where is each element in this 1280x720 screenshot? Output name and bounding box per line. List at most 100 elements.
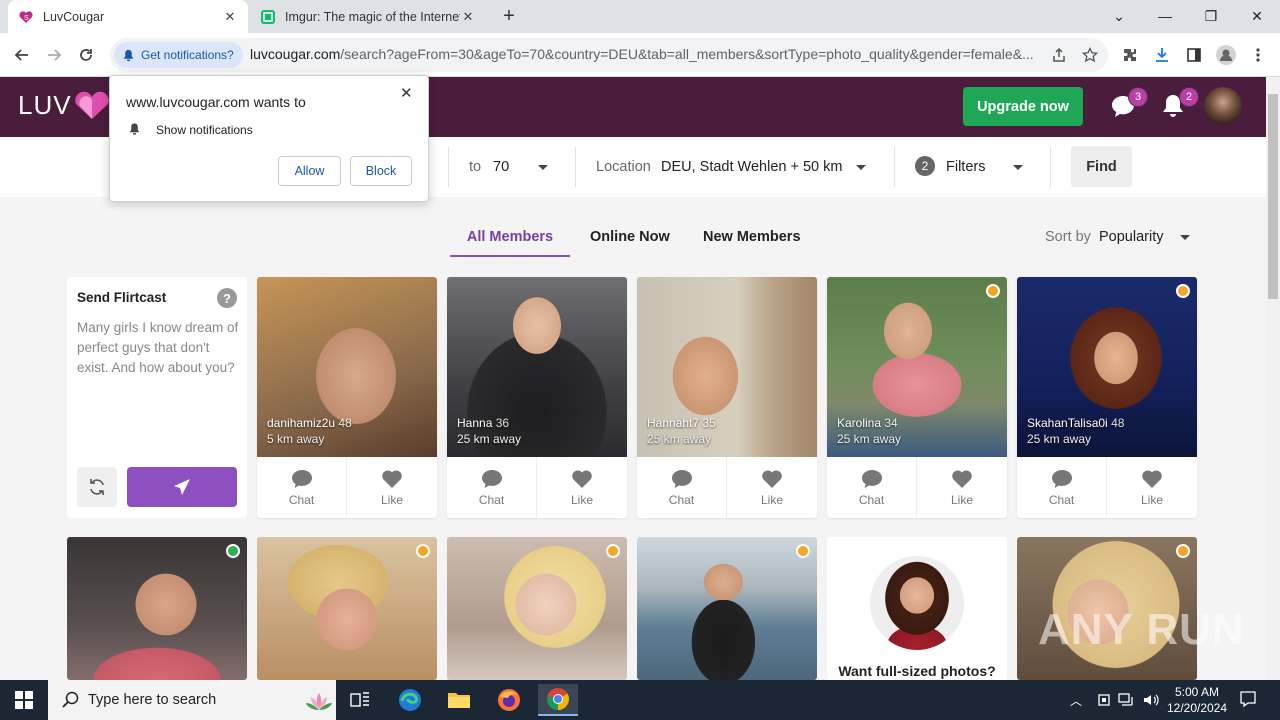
chat-button[interactable]: Chat	[637, 457, 727, 518]
filters-dropdown[interactable]: 2 Filters	[910, 147, 1035, 187]
member-distance: 25 km away	[1027, 432, 1092, 446]
reload-button[interactable]	[73, 42, 99, 68]
like-button[interactable]: Like	[1107, 457, 1197, 518]
notification-center-icon[interactable]	[1239, 690, 1257, 708]
filters-label: Filters	[946, 159, 986, 175]
network-icon[interactable]	[1118, 692, 1136, 708]
sort-value: Popularity	[1099, 229, 1164, 245]
member-photo[interactable]	[257, 277, 437, 457]
user-avatar[interactable]	[1204, 87, 1242, 125]
task-view-button[interactable]	[340, 684, 380, 716]
member-photo[interactable]	[447, 277, 627, 457]
help-icon[interactable]: ?	[217, 288, 237, 308]
location-label: Location	[596, 159, 651, 175]
browser-tab-luvcougar[interactable]: S LuvCougar ✕	[8, 0, 248, 33]
chat-button[interactable]: Chat	[1017, 457, 1107, 518]
close-tab-icon[interactable]: ✕	[460, 9, 476, 25]
member-card[interactable]: danihamiz2u 48 5 km away Chat Like	[257, 277, 437, 518]
chat-bubble-icon	[481, 469, 502, 488]
taskbar-search-box[interactable]: Type here to search	[48, 680, 336, 720]
member-photo[interactable]	[257, 537, 437, 680]
member-card[interactable]: Hannaht7 35 25 km away Chat Like	[637, 277, 817, 518]
member-card[interactable]: SkahanTalisa0i 48 25 km away Chat Like	[1017, 277, 1197, 518]
find-button[interactable]: Find	[1071, 146, 1132, 187]
volume-icon[interactable]	[1142, 692, 1160, 708]
member-photo[interactable]	[1017, 277, 1197, 457]
member-name-age: danihamiz2u 48	[267, 416, 352, 430]
address-bar[interactable]: Get notifications? luvcougar.com/search?…	[110, 38, 1108, 72]
member-card[interactable]: Karolina 34 25 km away Chat Like	[827, 277, 1007, 518]
online-status-dot	[226, 544, 240, 558]
close-tab-icon[interactable]: ✕	[222, 9, 238, 25]
allow-button[interactable]: Allow	[278, 156, 341, 186]
refresh-icon	[90, 479, 104, 495]
chevron-down-icon	[1180, 235, 1190, 240]
taskbar-clock[interactable]: 5:00 AM 12/20/2024	[1162, 684, 1232, 716]
get-notifications-chip[interactable]: Get notifications?	[114, 42, 243, 68]
tab-all-members[interactable]: All Members	[450, 229, 570, 257]
member-photo[interactable]	[637, 537, 817, 680]
chat-button[interactable]: Chat	[447, 457, 537, 518]
chat-button[interactable]: Chat	[827, 457, 917, 518]
firefox-taskbar-app[interactable]	[489, 684, 529, 716]
popup-title: www.luvcougar.com wants to	[126, 94, 306, 110]
menu-kebab-icon[interactable]	[1245, 42, 1271, 68]
share-icon[interactable]	[1046, 42, 1072, 68]
promo-card[interactable]: Want full-sized photos?	[827, 537, 1007, 680]
notifications-button[interactable]: 2	[1161, 87, 1199, 121]
location-select[interactable]: DEU, Stadt Wehlen + 50 km	[658, 151, 874, 183]
show-hidden-icons-chevron-icon[interactable]: ︿	[1070, 692, 1086, 708]
refresh-message-button[interactable]	[77, 467, 117, 507]
side-panel-icon[interactable]	[1181, 42, 1207, 68]
like-button[interactable]: Like	[537, 457, 627, 518]
browser-tab-imgur[interactable]: Imgur: The magic of the Internet ✕	[250, 0, 486, 33]
url-path: /search?ageFrom=30&ageTo=70&country=DEU&…	[340, 46, 1034, 62]
sort-select[interactable]: Popularity	[1097, 223, 1193, 253]
age-to-label: to	[469, 159, 482, 175]
restore-button[interactable]: ❐	[1188, 0, 1234, 32]
block-button[interactable]: Block	[350, 156, 412, 186]
member-card[interactable]	[257, 537, 437, 680]
tab-online-now[interactable]: Online Now	[590, 229, 670, 245]
file-explorer-taskbar-app[interactable]	[439, 684, 479, 716]
back-button[interactable]	[9, 42, 35, 68]
member-photo[interactable]	[827, 277, 1007, 457]
member-card[interactable]	[447, 537, 627, 680]
profile-avatar-icon[interactable]	[1213, 42, 1239, 68]
minimize-button[interactable]: —	[1142, 0, 1188, 32]
close-window-button[interactable]: ✕	[1234, 0, 1280, 32]
age-to-select[interactable]: 70	[490, 151, 560, 183]
like-button[interactable]: Like	[727, 457, 817, 518]
chat-button[interactable]: Chat	[257, 457, 347, 518]
messages-button[interactable]: 3	[1110, 87, 1148, 121]
extensions-puzzle-icon[interactable]	[1117, 42, 1143, 68]
divider	[575, 147, 576, 187]
member-photo[interactable]	[67, 537, 247, 680]
tab-search-chevron-icon[interactable]: ⌄	[1096, 0, 1142, 32]
download-icon[interactable]	[1149, 42, 1175, 68]
edge-taskbar-app[interactable]	[390, 684, 430, 716]
member-card[interactable]: Hanna 36 25 km away Chat Like	[447, 277, 627, 518]
network-device-icon[interactable]	[1096, 692, 1112, 708]
new-tab-button[interactable]: +	[498, 6, 520, 28]
close-popup-icon[interactable]: ✕	[400, 84, 413, 102]
luvcougar-favicon-icon: S	[19, 10, 33, 23]
forward-button[interactable]	[41, 42, 67, 68]
clock-date: 12/20/2024	[1166, 701, 1228, 715]
heart-icon	[952, 469, 972, 488]
start-button[interactable]	[4, 684, 44, 716]
online-status-dot	[416, 544, 430, 558]
chrome-taskbar-app[interactable]	[538, 684, 578, 716]
like-button[interactable]: Like	[917, 457, 1007, 518]
bookmark-star-icon[interactable]	[1077, 42, 1103, 68]
member-photo[interactable]	[637, 277, 817, 457]
like-button[interactable]: Like	[347, 457, 437, 518]
upgrade-now-button[interactable]: Upgrade now	[963, 87, 1083, 126]
member-card[interactable]	[637, 537, 817, 680]
url-text[interactable]: luvcougar.com/search?ageFrom=30&ageTo=70…	[250, 46, 1040, 62]
send-flirtcast-button[interactable]	[127, 467, 237, 507]
member-photo[interactable]	[447, 537, 627, 680]
scrollbar-thumb[interactable]	[1268, 94, 1278, 299]
member-card[interactable]	[67, 537, 247, 680]
tab-new-members[interactable]: New Members	[703, 229, 801, 245]
